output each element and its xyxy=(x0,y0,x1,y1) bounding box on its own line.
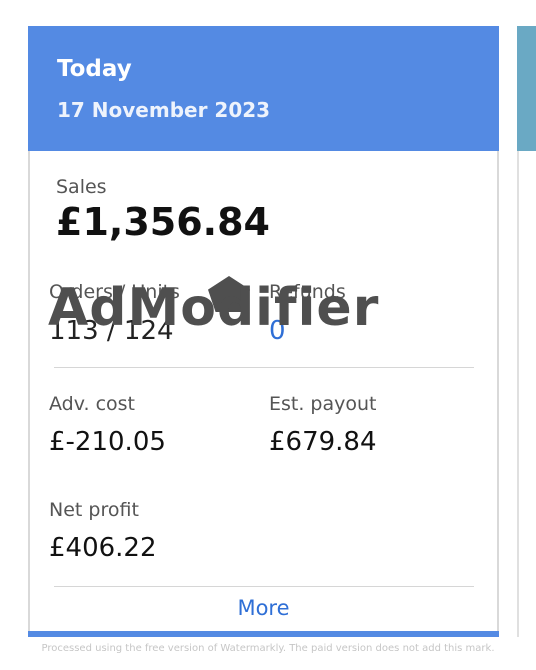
adv-cost-value: £-210.05 xyxy=(49,427,166,457)
next-card-header xyxy=(517,26,536,151)
watermark-footer-note: Processed using the free version of Wate… xyxy=(41,643,495,654)
card-date: 17 November 2023 xyxy=(57,98,271,122)
est-payout-label: Est. payout xyxy=(269,393,377,415)
more-link[interactable]: More xyxy=(30,596,497,620)
sales-value: £1,356.84 xyxy=(56,200,270,244)
watermark-text: AdModifier xyxy=(48,278,380,338)
divider xyxy=(54,586,474,587)
net-profit-label: Net profit xyxy=(49,499,139,521)
est-payout-value: £679.84 xyxy=(269,427,377,457)
next-card-edge[interactable] xyxy=(517,26,536,637)
adv-cost-label: Adv. cost xyxy=(49,393,135,415)
net-profit-value: £406.22 xyxy=(49,533,157,563)
divider xyxy=(54,367,474,368)
sales-label: Sales xyxy=(56,176,107,198)
card-header: Today 17 November 2023 xyxy=(28,26,499,151)
card-bottom-bar xyxy=(28,631,499,637)
card-title: Today xyxy=(57,56,132,82)
